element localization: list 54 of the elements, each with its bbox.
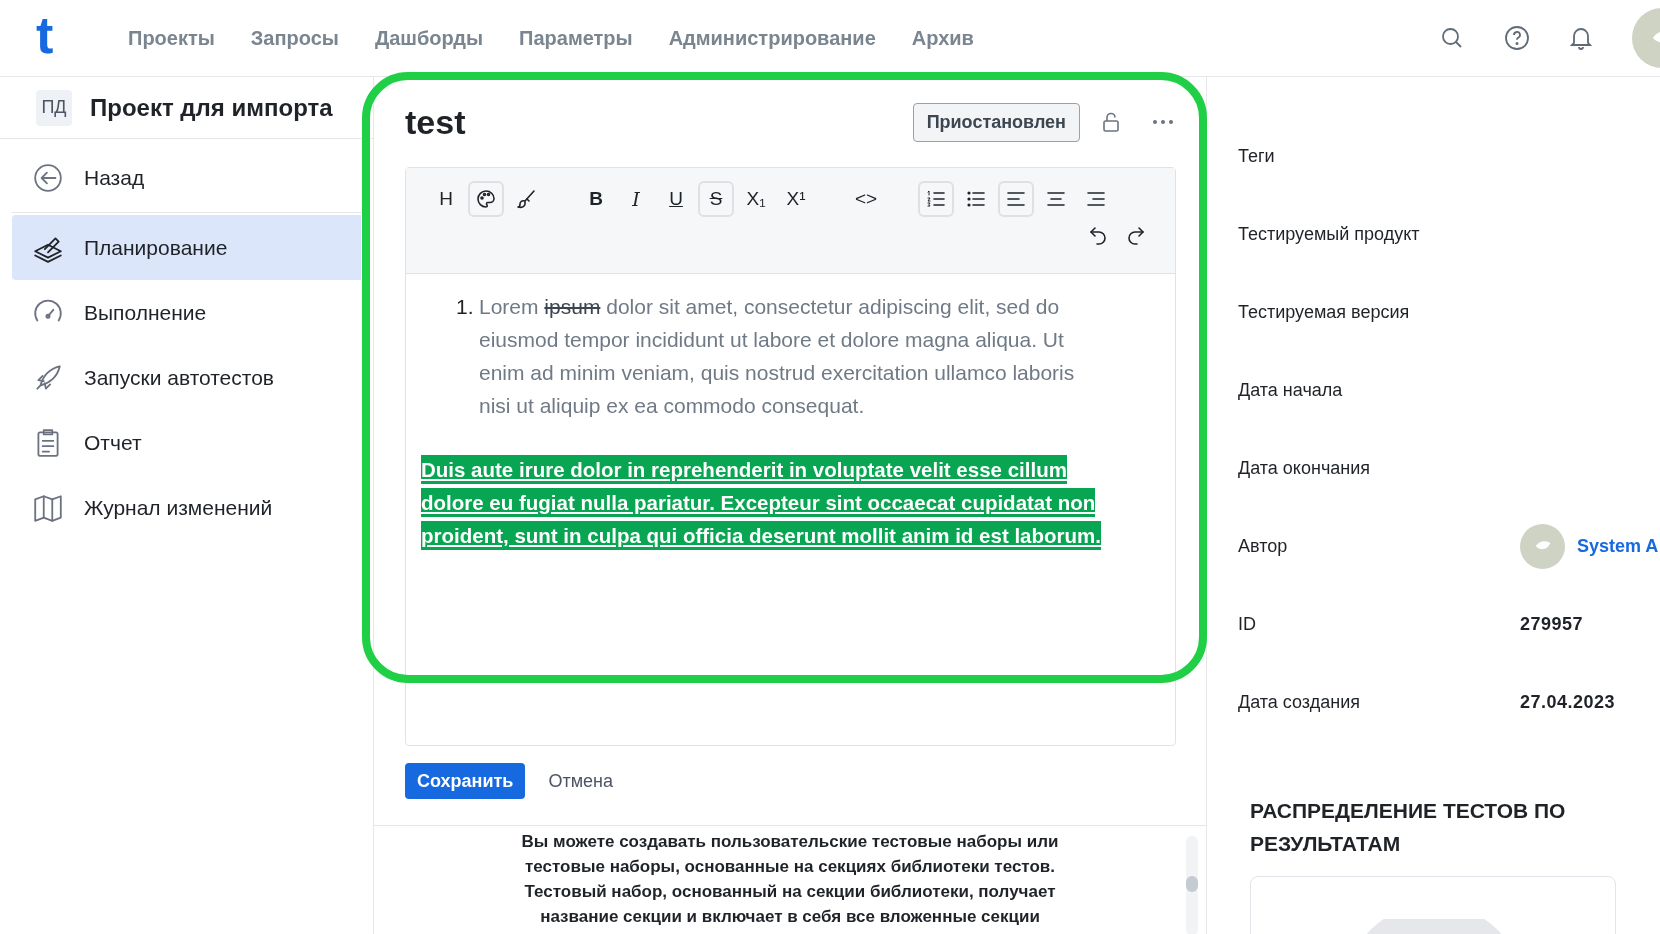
field-label: ID — [1238, 612, 1257, 636]
bell-icon[interactable] — [1570, 26, 1592, 50]
list-item-text: Lorem ipsum dolor sit amet, consectetur adipiscing elit, sed do eiusmod tempor incididunt ut labore et dolore magna aliqua. Ut enim ad minim veniam, quis nostrud exercitation ullamco laboris nisi ut aliquip ex ea commodo consequat. — [479, 294, 1076, 419]
field-value: 27.04.2023 — [1520, 690, 1616, 714]
section-heading: РАСПРЕДЕЛЕНИЕ ТЕСТОВ ПО РЕЗУЛЬТАТАМ — [1250, 798, 1567, 857]
field-label: Дата создания — [1238, 690, 1361, 714]
status-badge: Приостановлен — [912, 102, 1080, 142]
toolbar-button[interactable]: <> — [848, 181, 884, 217]
toolbar-button[interactable]: X¹ — [778, 181, 814, 217]
redo-icon[interactable] — [1125, 224, 1147, 246]
toolbar-button[interactable]: I — [618, 181, 654, 217]
sidebar-item[interactable]: Журнал изменений — [12, 475, 361, 540]
help-text: Вы можете создавать пользовательские тестовые наборы или тестовые наборы, основанные на секциях библиотеки тестов. Тестовый набор, основанный на секции библиотеки, получает название секции и включает в себя все вложенные секции — [520, 831, 1060, 928]
page-title: test — [405, 101, 466, 143]
nav-link[interactable]: Параметры — [519, 23, 633, 53]
save-button[interactable]: Сохранить — [405, 763, 526, 799]
nav-link[interactable]: Запросы — [250, 23, 339, 53]
nav-link[interactable]: Проекты — [128, 23, 215, 53]
field-label: Тестируемый продукт — [1238, 222, 1421, 246]
toolbar-button[interactable]: X₁ — [738, 181, 774, 217]
undo-icon[interactable] — [1087, 224, 1109, 246]
more-icon[interactable] — [1152, 119, 1174, 125]
field-label: Тестируемая версия — [1238, 300, 1411, 324]
field-value: 279957 — [1520, 612, 1584, 636]
sidebar-item[interactable]: Отчет — [12, 410, 361, 475]
field-label: Дата окончания — [1238, 456, 1372, 480]
sidebar-item[interactable]: Выполнение — [12, 280, 361, 345]
toolbar-button[interactable]: U — [658, 181, 694, 217]
field-label: Автор — [1238, 534, 1289, 558]
field-label: Дата начала — [1238, 378, 1344, 402]
field-label: Теги — [1238, 144, 1276, 168]
toolbar-button[interactable]: S — [698, 181, 734, 217]
avatar — [1520, 523, 1565, 569]
project-title: Проект для импорта — [90, 92, 333, 123]
list-number: 1. — [456, 294, 475, 320]
palette-icon[interactable] — [475, 188, 497, 210]
logo[interactable]: t — [36, 9, 72, 61]
toolbar-button[interactable]: H — [428, 181, 464, 217]
user-link[interactable]: System A — [1577, 532, 1659, 560]
sidebar-item[interactable]: Планирование — [12, 215, 361, 280]
ordered-list-icon[interactable] — [925, 188, 947, 210]
search-icon[interactable] — [1440, 26, 1464, 50]
nav-link[interactable]: Архив — [911, 23, 974, 53]
nav-link[interactable]: Дашборды — [374, 23, 484, 53]
sidebar-item[interactable]: Назад — [12, 145, 361, 210]
scrollbar[interactable] — [1186, 836, 1198, 934]
lock-icon[interactable] — [1102, 112, 1120, 132]
sidebar-item[interactable]: Запуски автотестов — [12, 345, 361, 410]
cancel-button[interactable]: Отмена — [536, 763, 625, 799]
nav-link[interactable]: Администрирование — [668, 23, 876, 53]
project-badge: ПД — [36, 89, 72, 126]
brush-icon[interactable] — [515, 188, 537, 210]
help-icon[interactable] — [1504, 25, 1530, 51]
toolbar-button[interactable]: B — [578, 181, 614, 217]
